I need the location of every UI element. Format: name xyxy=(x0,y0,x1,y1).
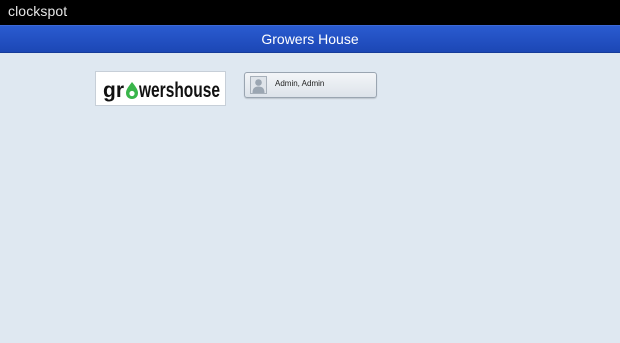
page-title: Growers House xyxy=(261,31,359,47)
growershouse-logo-icon: gr wershouse xyxy=(103,79,220,102)
user-select-button[interactable]: Admin, Admin xyxy=(244,72,377,98)
user-name-label: Admin, Admin xyxy=(275,79,325,88)
brand-logo: clockspot xyxy=(8,3,68,19)
user-avatar-icon xyxy=(250,76,267,94)
svg-text:gr: gr xyxy=(103,79,124,102)
company-logo: gr wershouse xyxy=(95,71,226,106)
title-bar: Growers House xyxy=(0,25,620,53)
top-bar: clockspot xyxy=(0,0,620,25)
svg-text:wershouse: wershouse xyxy=(138,79,220,102)
